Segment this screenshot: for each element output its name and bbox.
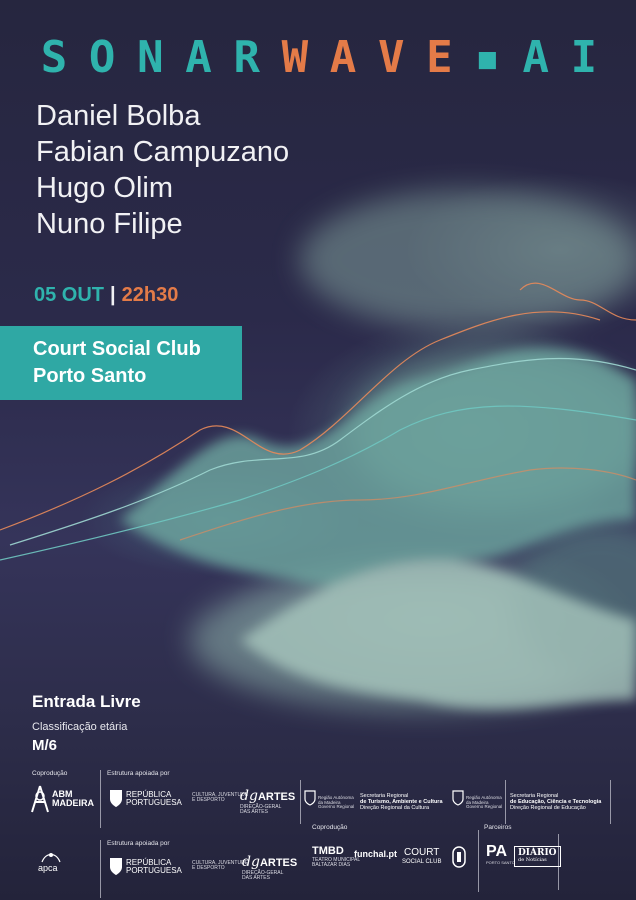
coproduction-label: Coprodução [32,770,68,777]
dgartes-mark: dg [240,788,258,804]
title-letter: E [426,32,453,83]
title-letter: A [522,32,549,83]
event-day: 05 OUT [34,284,105,306]
title-dot: ▪ [474,32,501,83]
republica2-line2: PORTUGUESA [126,866,182,876]
madeira-emblem-icon [304,790,316,806]
artist-name: Fabian Campuzano [36,136,290,168]
venue-banner: Court Social Club Porto Santo [0,326,242,400]
dgartes2-sub2: DAS ARTES [242,875,270,882]
tmbd-line2: BALTAZAR DIAS [312,861,351,868]
cultura2-line2: E DESPORTO [192,865,225,872]
title-letter: O [88,32,116,83]
secretaria-educacao-label: Secretaria Regional de Educação, Ciência… [510,793,601,811]
court-line2: SOCIAL CLUB [402,858,442,865]
title-letter: A [329,32,357,83]
funchal-logo: funchal.pt [354,849,397,859]
court-logo: COURT SOCIAL CLUB [402,847,442,865]
tmbd-logo: TMBD TEATRO MUNICIPAL BALTAZAR DIAS [312,845,360,868]
title-letter: N [137,32,164,83]
sponsor-footer: Coprodução Estrutura apoiada por ABM MAD… [0,760,636,900]
dgartes-sub2: DAS ARTES [240,809,268,816]
event-date: 05 OUT | 22h30 [34,284,178,307]
entry-info: Entrada Livre [32,692,141,711]
republica-logo-2: REPÚBLICA PORTUGUESA [126,858,182,876]
republica-logo: REPÚBLICA PORTUGUESA [126,790,182,808]
title-letter: V [377,32,405,83]
event-time: 22h30 [121,284,179,306]
republica-emblem-icon [110,858,122,875]
partner-badge-icon [452,846,466,868]
artist-name: Nuno Filipe [36,208,183,240]
event-title: S O N A R W A V E ▪ A I [34,34,604,82]
court-line1: COURT [404,847,440,858]
partners-label: Parceiros [484,824,512,831]
age-rating-label: Classificação etária [32,721,128,733]
divider [610,780,611,824]
title-letter: R [233,32,260,83]
title-letter: I [570,32,598,83]
abm-line2: MADEIRA [52,798,94,809]
divider [505,780,506,824]
divider [478,830,479,892]
dgartes2-mark: dg [242,854,260,870]
madeira-label-2: Região Autónoma da Madeira Governo Regio… [466,795,503,810]
madeira-emblem-icon [452,790,464,806]
divider [300,780,301,824]
artist-name: Daniel Bolba [36,100,201,132]
dgartes-logo-2: dgARTES DIREÇÃO-GERAL DAS ARTES [242,854,297,881]
madeira2-line3: Governo Regional [466,804,503,810]
apca-logo-text: apca [38,863,58,873]
abm-logo-icon [31,785,49,813]
apca-logo-icon [41,853,61,863]
cultura-label-2: CULTURA, JUVENTUDE E DESPORTO [192,860,248,872]
artist-name: Hugo Olim [36,172,173,204]
madeira-line3: Governo Regional [318,804,355,810]
abm-logo-text: ABM MADEIRA [52,789,94,809]
divider [100,840,101,898]
date-separator: | [110,284,116,306]
poster: S O N A R W A V E ▪ A I Daniel Bolba Fab… [0,0,636,900]
dgartes-word: ARTES [257,791,296,803]
age-rating-value: M/6 [32,737,58,754]
madeira-label: Região Autónoma da Madeira Governo Regio… [318,795,355,810]
pa-sub: PORTO SANTO [486,859,515,865]
dgartes2-word: ARTES [259,857,298,869]
republica-emblem-icon [110,790,122,807]
sec2-line3: Direção Regional de Educação [510,804,586,811]
porto-santo-logo: PA PORTO SANTO [486,843,515,865]
divider [100,770,101,828]
secretaria-turismo-label: Secretaria Regional de Turismo, Ambiente… [360,793,443,811]
title-letter: W [281,32,309,83]
pa-mark: PA [486,843,508,860]
support-label: Estrutura apoiada por [107,770,170,777]
artist-list: Daniel Bolba Fabian Campuzano Hugo Olim … [36,98,289,242]
title-letter: S [40,32,68,83]
diario-logo: DIÁRIO de Notícias [514,846,561,867]
dgartes-logo: dgARTES DIREÇÃO-GERAL DAS ARTES [240,788,295,815]
tmbd-mark: TMBD [312,845,344,857]
venue-location: Porto Santo [33,365,147,387]
support-label-2: Estrutura apoiada por [107,840,170,847]
diario-line2: de Notícias [518,857,547,864]
coproduction-label-2: Coprodução [312,824,348,831]
sec1-line3: Direção Regional da Cultura [360,804,430,811]
venue-name: Court Social Club [33,338,201,360]
republica-line2: PORTUGUESA [126,798,182,808]
title-letter: A [185,32,212,83]
